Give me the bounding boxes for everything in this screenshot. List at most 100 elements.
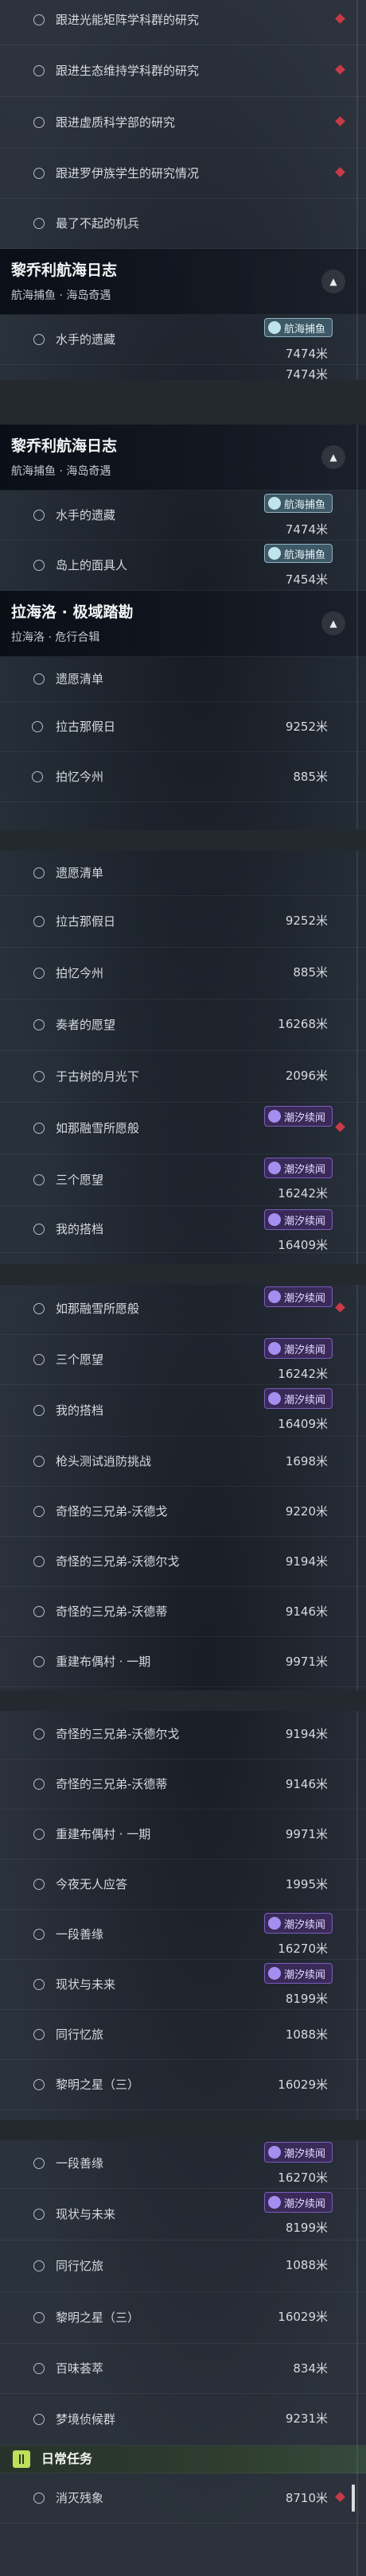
quest-item[interactable]: 水手的遗藏 航海捕鱼 7474米 xyxy=(0,315,366,365)
quest-item[interactable]: 同行忆旅 1088米 xyxy=(0,2010,366,2060)
tide-story-badge: 潮汐续闻 xyxy=(263,1286,333,1307)
track-radio-icon[interactable] xyxy=(33,1174,45,1185)
quest-item[interactable]: 黎明之星（三） 16029米 xyxy=(0,2292,366,2344)
collapse-chevron-icon[interactable]: ▲ xyxy=(321,270,345,293)
quest-distance: 2096米 xyxy=(285,1069,328,1083)
track-radio-icon[interactable] xyxy=(33,1224,45,1235)
track-radio-icon[interactable] xyxy=(33,1979,45,1990)
quest-item[interactable]: 奇怪的三兄弟-沃德尔戈 9194米 xyxy=(0,1709,366,1759)
quest-item[interactable]: 最了不起的机兵 xyxy=(0,199,366,249)
quest-item[interactable]: 奇怪的三兄弟-沃德尔戈 9194米 xyxy=(0,1537,366,1587)
track-radio-icon[interactable] xyxy=(33,1556,45,1567)
quest-item[interactable]: 梦境侦候群 9231米 xyxy=(0,2394,366,2446)
track-radio-icon[interactable] xyxy=(33,673,45,685)
track-radio-icon[interactable] xyxy=(33,2312,45,2323)
quest-item[interactable]: 现状与未来 潮汐续闻 8199米 xyxy=(0,1960,366,2010)
quest-item[interactable]: 遗愿清单 xyxy=(0,851,366,896)
track-radio-icon[interactable] xyxy=(33,1405,45,1416)
quest-item[interactable]: 跟进生态维持学科群的研究 xyxy=(0,45,366,97)
quest-item[interactable]: 如那融雪所愿般 潮汐续闻 xyxy=(0,1283,366,1335)
track-radio-icon[interactable] xyxy=(33,218,45,229)
track-radio-icon[interactable] xyxy=(33,2079,45,2090)
quest-item[interactable]: 黎明之星（三） 16029米 xyxy=(0,2060,366,2110)
quest-item[interactable]: 我的搭档 潮汐续闻 16409米 xyxy=(0,1385,366,1437)
quest-category-header[interactable]: 黎乔利航海日志 航海捕鱼 · 海岛奇遇 ▲ xyxy=(0,425,366,491)
badge-label: 潮汐续闻 xyxy=(283,1111,325,1124)
track-radio-icon[interactable] xyxy=(33,1829,45,1840)
quest-item[interactable]: 今夜无人应答 1995米 xyxy=(0,1860,366,1910)
quest-marker-icon xyxy=(335,1122,345,1132)
track-radio-icon[interactable] xyxy=(33,168,45,179)
quest-item[interactable]: 跟进光能矩阵学科群的研究 xyxy=(0,0,366,45)
track-radio-icon[interactable] xyxy=(33,1303,45,1314)
quest-item[interactable]: 跟进罗伊族学生的研究情况 xyxy=(0,149,366,199)
quest-item[interactable]: 现状与未来 潮汐续闻 8199米 xyxy=(0,2189,366,2240)
track-radio-icon[interactable] xyxy=(33,1929,45,1940)
track-radio-icon[interactable] xyxy=(33,1779,45,1790)
quest-item[interactable]: 奇怪的三兄弟-沃德蒂 9146米 xyxy=(0,1759,366,1810)
track-radio-icon[interactable] xyxy=(33,1019,45,1030)
track-radio-icon[interactable] xyxy=(33,1354,45,1365)
quest-item[interactable]: 百味荟萃 834米 xyxy=(0,2344,366,2394)
quest-item[interactable]: 消灭残象 8710米 xyxy=(0,2473,366,2524)
collapse-chevron-icon[interactable]: ▲ xyxy=(321,445,345,469)
track-radio-icon[interactable] xyxy=(33,560,45,571)
quest-item[interactable]: 遗愿清单 xyxy=(0,657,366,702)
track-radio-icon[interactable] xyxy=(33,1606,45,1617)
quest-item[interactable]: 拉古那假日 9252米 xyxy=(0,896,366,948)
quest-item[interactable]: 一段善缘 潮汐续闻 16270米 xyxy=(0,2139,366,2189)
track-radio-icon[interactable] xyxy=(33,1656,45,1667)
quest-item[interactable]: 7474米 xyxy=(0,365,366,380)
track-radio-icon[interactable] xyxy=(32,721,43,732)
quest-item[interactable]: 跟进虚质科学部的研究 xyxy=(0,97,366,149)
track-radio-icon[interactable] xyxy=(33,510,45,521)
track-radio-icon[interactable] xyxy=(33,2363,45,2374)
quest-item[interactable]: 枪头测试逍防挑战 1698米 xyxy=(0,1437,366,1487)
collapse-chevron-icon[interactable]: ▲ xyxy=(321,611,345,635)
track-radio-icon[interactable] xyxy=(33,2260,45,2271)
track-radio-icon[interactable] xyxy=(33,1071,45,1082)
quest-item[interactable]: 三个愿望 潮汐续闻 16242米 xyxy=(0,1154,366,1206)
quest-item[interactable]: 重建布偶村 · 一期 9971米 xyxy=(0,1810,366,1860)
quest-item[interactable]: 重建布偶村 · 一期 9971米 xyxy=(0,1637,366,1687)
track-radio-icon[interactable] xyxy=(32,771,43,782)
track-radio-icon[interactable] xyxy=(33,2029,45,2040)
quest-item[interactable]: 拍忆今州 885米 xyxy=(0,948,366,999)
daily-tasks-header[interactable]: 日常任务 xyxy=(0,2446,366,2473)
quest-item[interactable]: 水手的遗藏 航海捕鱼 7474米 xyxy=(0,491,366,541)
quest-item[interactable]: 奇怪的三兄弟-沃德戈 9220米 xyxy=(0,1487,366,1537)
track-radio-icon[interactable] xyxy=(33,867,45,879)
quest-item[interactable]: 岛上的面具人 航海捕鱼 7454米 xyxy=(0,541,366,591)
quest-item[interactable]: 奇怪的三兄弟-沃德蒂 9146米 xyxy=(0,1587,366,1637)
quest-item[interactable]: 同行忆旅 1088米 xyxy=(0,2240,366,2292)
tide-icon xyxy=(267,1290,281,1303)
quest-item[interactable]: 我的搭档 潮汐续闻 16409米 xyxy=(0,1206,366,1253)
track-radio-icon[interactable] xyxy=(33,117,45,128)
quest-name: 奇怪的三兄弟-沃德尔戈 xyxy=(56,1554,180,1569)
track-radio-icon[interactable] xyxy=(33,2493,45,2504)
track-radio-icon[interactable] xyxy=(33,2414,45,2425)
track-radio-icon[interactable] xyxy=(33,1456,45,1467)
quest-item[interactable]: 拍忆今州 885米 xyxy=(0,752,366,802)
track-radio-icon[interactable] xyxy=(33,1506,45,1517)
quest-item[interactable]: 如那融雪所愿般 潮汐续闻 xyxy=(0,1103,366,1154)
track-radio-icon[interactable] xyxy=(33,1123,45,1134)
quest-item[interactable]: 于古树的月光下 2096米 xyxy=(0,1051,366,1103)
track-radio-icon[interactable] xyxy=(33,14,45,25)
track-radio-icon[interactable] xyxy=(33,968,45,979)
quest-category-header[interactable]: 黎乔利航海日志 航海捕鱼 · 海岛奇遇 ▲ xyxy=(0,249,366,315)
fish-icon xyxy=(267,321,281,334)
quest-item[interactable]: 三个愿望 潮汐续闻 16242米 xyxy=(0,1335,366,1385)
track-radio-icon[interactable] xyxy=(33,2209,45,2220)
quest-category-header[interactable]: 拉海洛 · 极域踏勘 拉海洛 · 危行合辑 ▲ xyxy=(0,591,366,657)
quest-item[interactable]: 拉古那假日 9252米 xyxy=(0,702,366,752)
quest-distance: 16270米 xyxy=(278,1942,328,1956)
quest-item[interactable]: 奏者的愿望 16268米 xyxy=(0,999,366,1051)
track-radio-icon[interactable] xyxy=(33,916,45,927)
track-radio-icon[interactable] xyxy=(33,334,45,345)
track-radio-icon[interactable] xyxy=(33,65,45,76)
track-radio-icon[interactable] xyxy=(33,2158,45,2169)
track-radio-icon[interactable] xyxy=(33,1728,45,1740)
quest-item[interactable]: 一段善缘 潮汐续闻 16270米 xyxy=(0,1910,366,1960)
track-radio-icon[interactable] xyxy=(33,1879,45,1890)
